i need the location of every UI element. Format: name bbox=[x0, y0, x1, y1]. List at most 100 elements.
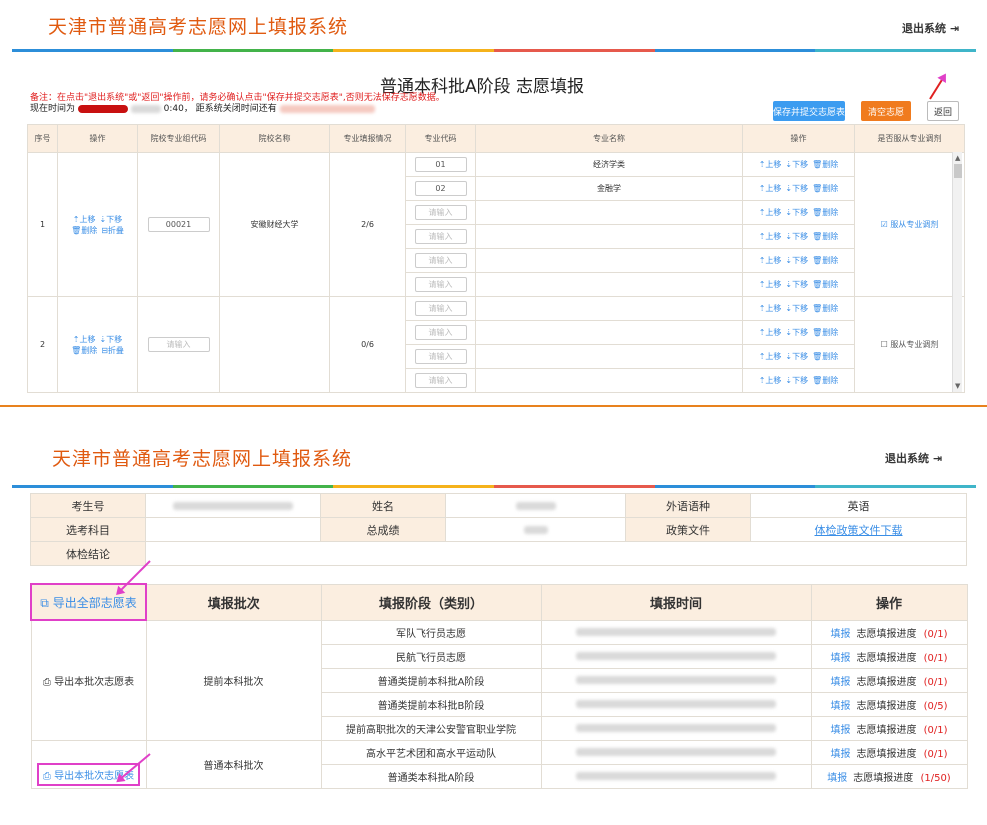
major-down-link[interactable]: ⇣下移 bbox=[785, 160, 808, 169]
major-up-link[interactable]: ⇡上移 bbox=[759, 184, 782, 193]
major-up-link[interactable]: ⇡上移 bbox=[759, 376, 782, 385]
stage-ops: 填报 志愿填报进度 (0/1) bbox=[810, 739, 968, 765]
fill-link[interactable]: 填报 bbox=[830, 725, 850, 736]
fill-time bbox=[540, 643, 812, 669]
logout-button-bottom[interactable]: 退出系统 ⇥ bbox=[885, 450, 942, 466]
major-code-input[interactable]: 01 bbox=[414, 157, 467, 172]
major-down-link[interactable]: ⇣下移 bbox=[785, 328, 808, 337]
stage-ops: 填报 志愿填报进度 (0/1) bbox=[810, 715, 968, 741]
group-code-cell: 00021 bbox=[137, 152, 220, 297]
major-code-input[interactable]: 请输入 bbox=[414, 229, 467, 244]
major-down-link[interactable]: ⇣下移 bbox=[785, 232, 808, 241]
major-del-link[interactable]: 🗑删除 bbox=[812, 328, 838, 337]
major-status: 2/6 bbox=[329, 152, 406, 297]
volunteer-table: 序号 操作 院校专业组代码 院校名称 专业填报情况 专业代码 专业名称 操作 是… bbox=[27, 124, 965, 393]
save-submit-button[interactable]: 保存并提交志愿表 bbox=[773, 101, 845, 121]
major-down-link[interactable]: ⇣下移 bbox=[785, 280, 808, 289]
major-down-link[interactable]: ⇣下移 bbox=[785, 304, 808, 313]
group-del-link[interactable]: 🗑删除 bbox=[71, 346, 97, 355]
group-down-link[interactable]: ⇣下移 bbox=[100, 335, 123, 344]
fill-link[interactable]: 填报 bbox=[827, 773, 847, 784]
export-batch-button[interactable]: ⎙ 导出本批次志愿表 bbox=[30, 739, 147, 789]
group-code-input[interactable]: 请输入 bbox=[147, 337, 210, 352]
major-up-link[interactable]: ⇡上移 bbox=[759, 256, 782, 265]
logout-button[interactable]: 退出系统 ⇥ bbox=[902, 20, 959, 36]
major-code-input[interactable]: 02 bbox=[414, 181, 467, 196]
fill-link[interactable]: 填报 bbox=[830, 701, 850, 712]
major-up-link[interactable]: ⇡上移 bbox=[759, 232, 782, 241]
major-code-cell: 01 bbox=[405, 152, 476, 177]
score-value bbox=[445, 517, 626, 542]
top-panel: 天津市普通高考志愿网上填报系统 退出系统 ⇥ 普通本科批A阶段 志愿填报 备注：… bbox=[0, 0, 987, 407]
progress-label: 志愿填报进度 bbox=[856, 748, 920, 760]
major-del-link[interactable]: 🗑删除 bbox=[812, 280, 838, 289]
major-down-link[interactable]: ⇣下移 bbox=[785, 184, 808, 193]
group-code-input[interactable]: 00021 bbox=[147, 217, 210, 232]
export-batch-button[interactable]: ⎙ 导出本批次志愿表 bbox=[30, 619, 147, 741]
group-up-link[interactable]: ⇡上移 bbox=[73, 215, 96, 224]
major-del-link[interactable]: 🗑删除 bbox=[812, 160, 838, 169]
major-down-link[interactable]: ⇣下移 bbox=[785, 208, 808, 217]
major-down-link[interactable]: ⇣下移 bbox=[785, 376, 808, 385]
major-code-input[interactable]: 请输入 bbox=[414, 205, 467, 220]
checkbox-icon: ☐ bbox=[880, 340, 891, 349]
stage-ops: 填报 志愿填报进度 (1/50) bbox=[810, 763, 968, 789]
adjust-checkbox[interactable]: ☐ 服从专业调剂 bbox=[881, 340, 939, 349]
major-up-link[interactable]: ⇡上移 bbox=[759, 160, 782, 169]
major-ops: ⇡上移 ⇣下移 🗑删除 bbox=[742, 344, 855, 369]
progress-count: (0/1) bbox=[923, 676, 948, 688]
major-code-input[interactable]: 请输入 bbox=[414, 253, 467, 268]
lang-value: 英语 bbox=[750, 493, 967, 518]
major-del-link[interactable]: 🗑删除 bbox=[812, 304, 838, 313]
fill-link[interactable]: 填报 bbox=[830, 629, 850, 640]
group-up-link[interactable]: ⇡上移 bbox=[73, 335, 96, 344]
major-code-input[interactable]: 请输入 bbox=[414, 373, 467, 388]
lang-label: 外语语种 bbox=[625, 493, 751, 518]
major-up-link[interactable]: ⇡上移 bbox=[759, 208, 782, 217]
clear-button[interactable]: 清空志愿 bbox=[861, 101, 911, 121]
group-del-link[interactable]: 🗑删除 bbox=[71, 226, 97, 235]
major-code-input[interactable]: 请输入 bbox=[414, 301, 467, 316]
stage-ops: 填报 志愿填报进度 (0/1) bbox=[810, 643, 968, 669]
export-all-button[interactable]: ⧉ 导出全部志愿表 bbox=[30, 583, 147, 621]
major-code-cell: 02 bbox=[405, 176, 476, 201]
major-up-link[interactable]: ⇡上移 bbox=[759, 280, 782, 289]
fill-link[interactable]: 填报 bbox=[830, 749, 850, 760]
table-scrollbar[interactable]: ▲ ▼ bbox=[952, 152, 962, 392]
major-up-link[interactable]: ⇡上移 bbox=[759, 328, 782, 337]
major-code-cell: 请输入 bbox=[405, 368, 476, 393]
major-code-input[interactable]: 请输入 bbox=[414, 277, 467, 292]
student-info-table: 考生号 姓名 外语语种 英语 选考科目 总成绩 政策文件 体检政策文件下载 体检… bbox=[30, 493, 967, 566]
major-code-cell: 请输入 bbox=[405, 320, 476, 345]
fill-link[interactable]: 填报 bbox=[830, 653, 850, 664]
major-del-link[interactable]: 🗑删除 bbox=[812, 352, 838, 361]
major-code-input[interactable]: 请输入 bbox=[414, 349, 467, 364]
major-up-link[interactable]: ⇡上移 bbox=[759, 352, 782, 361]
major-up-link[interactable]: ⇡上移 bbox=[759, 304, 782, 313]
divider bbox=[0, 405, 987, 407]
group-fold-link[interactable]: ⊟折叠 bbox=[101, 226, 124, 235]
major-ops: ⇡上移 ⇣下移 🗑删除 bbox=[742, 152, 855, 177]
stage-name: 民航飞行员志愿 bbox=[320, 643, 542, 669]
fill-link[interactable]: 填报 bbox=[830, 677, 850, 688]
bottom-panel: 天津市普通高考志愿网上填报系统 退出系统 ⇥ 考生号 姓名 外语语种 英语 选考… bbox=[0, 430, 987, 825]
adjust-checkbox[interactable]: ☑ 服从专业调剂 bbox=[881, 220, 939, 229]
major-down-link[interactable]: ⇣下移 bbox=[785, 352, 808, 361]
major-code-input[interactable]: 请输入 bbox=[414, 325, 467, 340]
group-ops: ⇡上移 ⇣下移 🗑删除 ⊟折叠 bbox=[57, 296, 138, 393]
major-del-link[interactable]: 🗑删除 bbox=[812, 376, 838, 385]
major-status: 0/6 bbox=[329, 296, 406, 393]
major-del-link[interactable]: 🗑删除 bbox=[812, 256, 838, 265]
back-button[interactable]: 返回 bbox=[927, 101, 959, 121]
exam-no-value bbox=[145, 493, 321, 518]
major-del-link[interactable]: 🗑删除 bbox=[812, 208, 838, 217]
batch-name: 普通本科批次 bbox=[145, 739, 322, 789]
group-fold-link[interactable]: ⊟折叠 bbox=[101, 346, 124, 355]
group-down-link[interactable]: ⇣下移 bbox=[100, 215, 123, 224]
major-del-link[interactable]: 🗑删除 bbox=[812, 232, 838, 241]
major-name bbox=[475, 224, 743, 249]
major-del-link[interactable]: 🗑删除 bbox=[812, 184, 838, 193]
major-down-link[interactable]: ⇣下移 bbox=[785, 256, 808, 265]
policy-link[interactable]: 体检政策文件下载 bbox=[750, 517, 967, 542]
major-ops: ⇡上移 ⇣下移 🗑删除 bbox=[742, 224, 855, 249]
